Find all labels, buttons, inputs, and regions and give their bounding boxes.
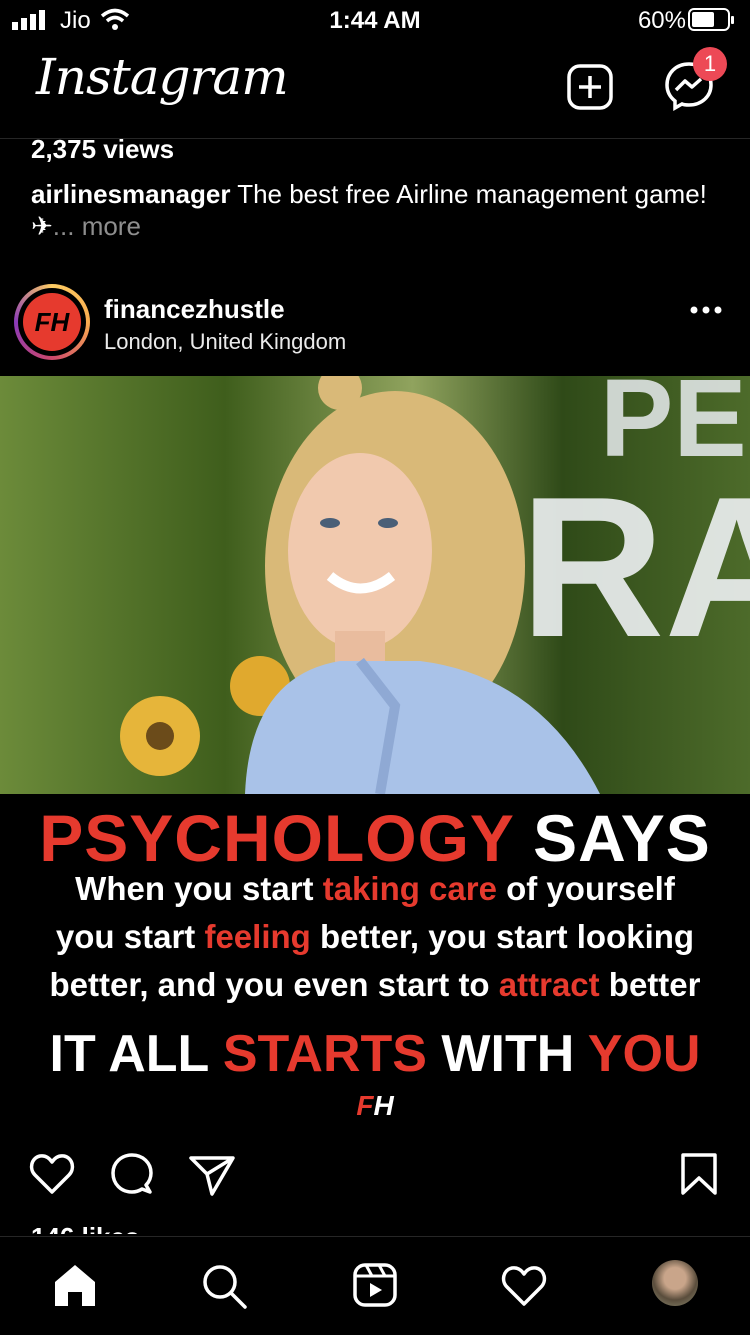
quote-tagline: IT ALL STARTS WITH YOU: [49, 1025, 701, 1083]
home-icon[interactable]: [52, 1262, 98, 1308]
caption-username[interactable]: airlinesmanager: [31, 179, 230, 209]
quote-line-3: better, and you even start to attract be…: [49, 966, 701, 1003]
post-caption: airlinesmanager The best free Airline ma…: [31, 178, 721, 242]
post-image[interactable]: PE RA: [0, 376, 750, 794]
comment-icon[interactable]: [108, 1152, 156, 1198]
post-avatar-ring[interactable]: FH: [14, 284, 90, 360]
notification-badge: 1: [693, 47, 727, 81]
top-bar: Instagram 1: [0, 40, 750, 138]
quote-title: PSYCHOLOGY SAYS: [39, 801, 711, 875]
likes-count[interactable]: 146 likes: [31, 1222, 139, 1234]
save-bookmark-icon[interactable]: [680, 1152, 718, 1196]
brand-mark: FH: [356, 1090, 394, 1121]
svg-text:RA: RA: [520, 456, 750, 679]
quote-line-2: you start feeling better, you start look…: [55, 918, 695, 955]
new-post-icon[interactable]: [566, 63, 614, 111]
avatar: FH: [23, 293, 81, 351]
portrait-photo: PE RA: [120, 376, 750, 794]
more-link[interactable]: ... more: [53, 211, 141, 241]
views-count[interactable]: 2,375 views: [31, 134, 174, 165]
battery-icon: [688, 8, 734, 31]
plane-emoji: ✈: [31, 211, 53, 241]
activity-heart-icon[interactable]: [500, 1264, 548, 1308]
reels-icon[interactable]: [352, 1262, 398, 1308]
quote-line-1: When you start taking care of yourself: [75, 870, 675, 907]
instagram-logo[interactable]: Instagram: [36, 48, 289, 106]
share-icon[interactable]: [188, 1154, 236, 1196]
more-options-icon[interactable]: [690, 305, 722, 315]
post-username[interactable]: financezhustle: [104, 294, 285, 325]
battery-percent: 60%: [637, 7, 686, 34]
profile-avatar[interactable]: [652, 1260, 698, 1306]
search-icon[interactable]: [200, 1262, 248, 1310]
caption-text: The best free Airline management game!: [230, 179, 707, 209]
like-heart-icon[interactable]: [28, 1152, 76, 1196]
status-bar: Jio 1:44 AM 60%: [0, 0, 750, 40]
post-location[interactable]: London, United Kingdom: [104, 329, 346, 355]
